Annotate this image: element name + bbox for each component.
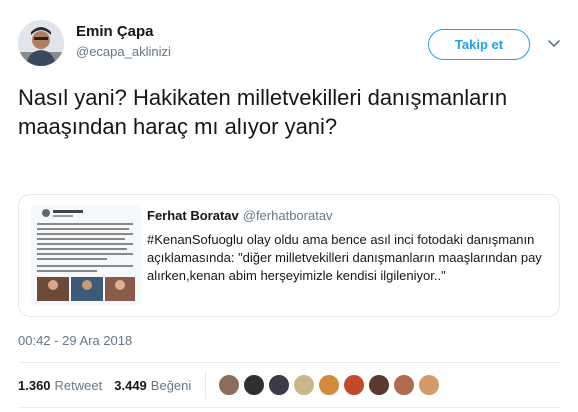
- quoted-tweet-thumbnail[interactable]: [31, 205, 141, 305]
- quoted-author: Ferhat Boratav @ferhatboratav: [147, 207, 555, 225]
- retweet-label: Retweet: [54, 377, 103, 393]
- liker-avatar[interactable]: [268, 374, 291, 396]
- liker-avatar[interactable]: [418, 374, 441, 396]
- tweet-header: Emin Çapa @ecapa_aklinizi Takip et: [18, 18, 563, 68]
- stats-separator: [205, 371, 207, 399]
- quoted-author-name[interactable]: Ferhat Boratav: [147, 208, 239, 223]
- liker-avatar[interactable]: [393, 374, 416, 396]
- screenshot-image-icon: [31, 205, 141, 305]
- tweet-text: Nasıl yani? Hakikaten milletvekilleri da…: [18, 85, 508, 139]
- author-handle[interactable]: @ecapa_aklinizi: [76, 44, 171, 59]
- tweet-timestamp[interactable]: 00:42 - 29 Ara 2018: [18, 333, 132, 348]
- quoted-tweet[interactable]: Ferhat Boratav @ferhatboratav #KenanSofuo…: [18, 194, 560, 317]
- chevron-down-icon[interactable]: [545, 34, 563, 52]
- author-name[interactable]: Emin Çapa: [76, 23, 154, 40]
- quoted-tweet-body: Ferhat Boratav @ferhatboratav #KenanSofuo…: [147, 207, 555, 285]
- liker-avatars: [218, 374, 443, 396]
- divider: [18, 407, 560, 408]
- user-avatar-icon: [18, 20, 64, 66]
- engagement-stats: 1.360 Retweet 3.449 Beğeni: [18, 363, 560, 407]
- like-count: 3.449: [114, 377, 147, 393]
- quoted-tweet-text: #KenanSofuoglu olay oldu ama bence asıl …: [147, 232, 542, 283]
- retweet-count: 1.360: [18, 377, 51, 393]
- liker-avatar[interactable]: [368, 374, 391, 396]
- liker-avatar[interactable]: [318, 374, 341, 396]
- liker-avatar[interactable]: [293, 374, 316, 396]
- author-avatar[interactable]: [18, 20, 64, 66]
- follow-button[interactable]: Takip et: [428, 29, 530, 60]
- liker-avatar[interactable]: [218, 374, 241, 396]
- quoted-author-handle[interactable]: @ferhatboratav: [243, 208, 333, 223]
- retweet-stat[interactable]: 1.360 Retweet: [18, 378, 102, 393]
- like-label: Beğeni: [150, 377, 192, 393]
- liker-avatar[interactable]: [343, 374, 366, 396]
- liker-avatar[interactable]: [243, 374, 266, 396]
- like-stat[interactable]: 3.449 Beğeni: [114, 378, 191, 393]
